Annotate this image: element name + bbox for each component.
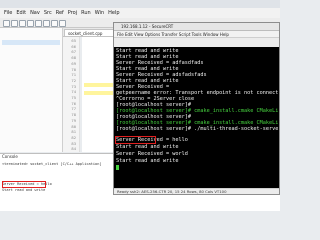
console-line: <terminated> socket_client [C/C++ Applic… (2, 162, 102, 166)
tree-item[interactable] (2, 48, 60, 53)
line-number: 69 (71, 60, 76, 66)
new-icon[interactable] (3, 20, 10, 27)
forward-icon[interactable] (59, 20, 66, 27)
tree-item[interactable] (2, 32, 60, 37)
search-icon[interactable] (43, 20, 50, 27)
terminal-cursor (116, 165, 119, 170)
console-line: Start read and write (2, 188, 46, 192)
line-number: 84 (71, 146, 76, 152)
line-number: 65 (71, 38, 76, 43)
terminal-highlight-box (115, 136, 156, 144)
line-number: 82 (71, 134, 76, 140)
menu-project[interactable]: Proj (68, 10, 77, 16)
menu-search[interactable]: Src (44, 10, 52, 16)
line-number: 77 (71, 106, 76, 112)
console-tab[interactable]: Console (2, 154, 18, 160)
console-highlight-box (2, 181, 46, 188)
line-number: 67 (71, 49, 76, 55)
terminal-line: Start read and write (116, 158, 179, 164)
line-number: 68 (71, 55, 76, 61)
tree-item-selected[interactable] (2, 40, 60, 45)
line-number: 73 (71, 83, 76, 89)
terminal-cursor-line (116, 165, 278, 172)
menu-navigate[interactable]: Nav (30, 10, 40, 16)
menu-run[interactable]: Run (81, 10, 91, 16)
save-icon[interactable] (11, 20, 18, 27)
debug-icon[interactable] (27, 20, 34, 27)
terminal-line: [root@localhost server]# ./multi-thread-… (116, 126, 278, 132)
build-icon[interactable] (19, 20, 26, 27)
tree-item[interactable] (2, 56, 60, 61)
line-number: 72 (71, 77, 76, 83)
terminal-title: 192.168.1.12 - SecureCRT (114, 23, 279, 31)
line-number: 66 (71, 43, 76, 49)
line-number: 71 (71, 72, 76, 78)
tab-socket-client[interactable]: socket_client.cpp (64, 29, 114, 36)
terminal-line: Start read and write (116, 144, 179, 150)
line-number: 83 (71, 140, 76, 146)
menu-window[interactable]: Win (95, 10, 104, 16)
project-explorer (0, 28, 63, 152)
terminal-menu-bar[interactable]: File Edit View Options Transfer Script T… (114, 31, 279, 38)
menu-refactor[interactable]: Ref (56, 10, 64, 16)
menu-edit[interactable]: Edit (16, 10, 26, 16)
line-number: 74 (71, 89, 76, 95)
line-number: 79 (71, 117, 76, 123)
window-title-bar (0, 0, 280, 8)
menu-file[interactable]: File (4, 10, 12, 16)
run-icon[interactable] (35, 20, 42, 27)
back-icon[interactable] (51, 20, 58, 27)
line-number: 76 (71, 100, 76, 106)
terminal-status-bar: Ready ssh2: AES-256-CTR 20, 15 24 Rows, … (114, 188, 279, 194)
line-number: 80 (71, 123, 76, 129)
line-number: 75 (71, 95, 76, 100)
menu-help[interactable]: Help (108, 10, 119, 16)
line-number: 81 (71, 129, 76, 135)
line-number: 78 (71, 112, 76, 118)
line-number: 70 (71, 66, 76, 72)
terminal-line: Server Received = world (116, 151, 188, 157)
